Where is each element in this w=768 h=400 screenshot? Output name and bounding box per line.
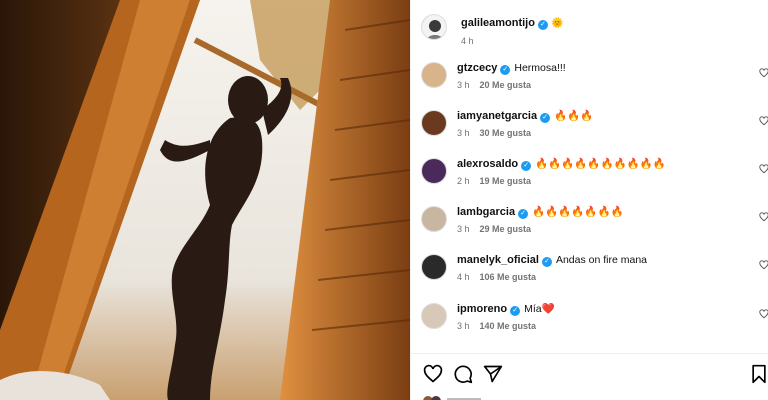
- commenter-username[interactable]: gtzcecy: [457, 62, 497, 74]
- comment-time: 2 h: [457, 176, 470, 186]
- verified-icon: ✓: [540, 113, 551, 123]
- comment-likes[interactable]: 20 Me gusta: [480, 80, 532, 90]
- comment-time: 3 h: [457, 224, 470, 234]
- verified-icon: ✓: [500, 65, 511, 75]
- comment-row: manelyk_oficial ✓ Andas on fire mana 4 h 106…: [421, 254, 768, 282]
- post-photo[interactable]: [0, 0, 410, 400]
- commenter-avatar[interactable]: [421, 206, 447, 232]
- commenter-avatar[interactable]: [421, 303, 447, 329]
- verified-icon: ✓: [510, 306, 521, 316]
- comment-row: lambgarcia ✓ 🔥🔥🔥🔥🔥🔥🔥 3 h 29 Me gusta: [421, 206, 768, 234]
- comment-like-icon[interactable]: [759, 68, 768, 78]
- comment-time: 3 h: [457, 80, 470, 90]
- comment-like-icon[interactable]: [759, 309, 768, 319]
- comment-text: Andas on fire mana: [555, 254, 647, 266]
- commenter-username[interactable]: ipmoreno: [457, 303, 507, 315]
- commenter-username[interactable]: alexrosaldo: [457, 158, 518, 170]
- comment-likes[interactable]: 140 Me gusta: [480, 321, 537, 331]
- comment-row: iamyanetgarcia ✓ 🔥🔥🔥 3 h 30 Me gusta: [421, 110, 768, 138]
- author-emoji: 🌞: [550, 18, 564, 29]
- comment-icon[interactable]: [453, 364, 473, 384]
- comment-likes[interactable]: 106 Me gusta: [480, 272, 537, 282]
- comment-likes[interactable]: 19 Me gusta: [480, 176, 532, 186]
- verified-icon: ✓: [518, 209, 529, 219]
- comment-like-icon[interactable]: [759, 212, 768, 222]
- author-username[interactable]: galileamontijo: [461, 17, 535, 29]
- comment-like-icon[interactable]: [759, 164, 768, 174]
- share-icon[interactable]: [483, 364, 503, 384]
- comment-row: alexrosaldo ✓ 🔥🔥🔥🔥🔥🔥🔥🔥🔥🔥 2 h 19 Me gusta: [421, 158, 768, 186]
- commenter-username[interactable]: lambgarcia: [457, 206, 515, 218]
- comment-likes[interactable]: 30 Me gusta: [480, 128, 532, 138]
- comment-time: 3 h: [457, 321, 470, 331]
- post-actions-bar: [411, 353, 768, 400]
- commenter-username[interactable]: iamyanetgarcia: [457, 110, 537, 122]
- comment-likes[interactable]: 29 Me gusta: [480, 224, 532, 234]
- author-avatar[interactable]: [421, 14, 447, 40]
- comment-text: 🔥🔥🔥🔥🔥🔥🔥🔥🔥🔥: [535, 158, 666, 170]
- post-time: 4 h: [461, 36, 474, 46]
- likers-preview: [423, 396, 481, 400]
- comment-row: gtzcecy ✓ Hermosa!!! 3 h 20 Me gusta: [421, 62, 768, 90]
- verified-icon: ✓: [541, 257, 552, 267]
- commenter-avatar[interactable]: [421, 254, 447, 280]
- instagram-post-view: galileamontijo ✓ 🌞 4 h gtzcecy ✓ Hermosa!!! 3…: [0, 0, 768, 400]
- avatar-image: [422, 15, 446, 39]
- verified-icon: ✓: [537, 20, 548, 30]
- comment-time: 4 h: [457, 272, 470, 282]
- comment-time: 3 h: [457, 128, 470, 138]
- commenter-avatar[interactable]: [421, 158, 447, 184]
- save-icon[interactable]: [749, 364, 768, 384]
- comment-text: Mía❤️: [524, 303, 555, 315]
- comment-like-icon[interactable]: [759, 260, 768, 270]
- post-author-row: galileamontijo ✓ 🌞 4 h: [421, 14, 563, 46]
- verified-icon: ✓: [521, 161, 532, 171]
- comment-text: 🔥🔥🔥🔥🔥🔥🔥: [532, 206, 624, 218]
- comment-text: 🔥🔥🔥: [554, 110, 594, 122]
- commenter-avatar[interactable]: [421, 62, 447, 88]
- commenter-avatar[interactable]: [421, 110, 447, 136]
- commenter-username[interactable]: manelyk_oficial: [457, 254, 539, 266]
- comment-like-icon[interactable]: [759, 116, 768, 126]
- comment-row: ipmoreno ✓ Mía❤️ 3 h 140 Me gusta: [421, 303, 768, 331]
- comments-panel: galileamontijo ✓ 🌞 4 h gtzcecy ✓ Hermosa!!! 3…: [410, 0, 768, 400]
- comment-text: Hermosa!!!: [514, 62, 566, 74]
- photo-illustration: [0, 0, 410, 400]
- like-icon[interactable]: [423, 364, 443, 384]
